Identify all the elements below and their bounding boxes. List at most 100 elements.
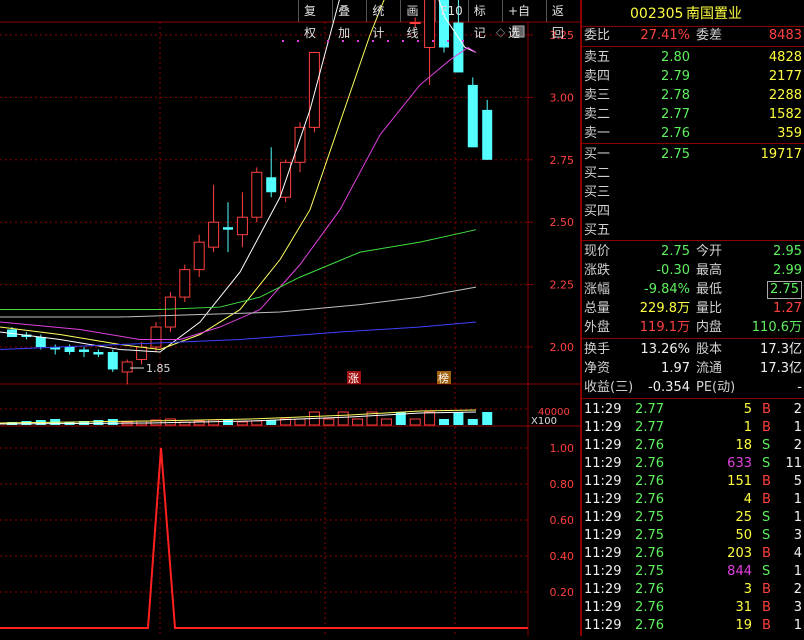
toolbar-btn-5[interactable]: 标记 (467, 0, 502, 40)
tick-price: 2.76 (635, 474, 664, 489)
stock-code: 002305 (630, 6, 684, 22)
ask-volume: 4828 (768, 50, 802, 65)
ask-row-2: 卖二 2.77 1582 (582, 106, 804, 124)
ask-price: 2.76 (661, 126, 690, 141)
fund-value: -0.354 (648, 380, 690, 395)
tick-count: 2 (793, 402, 802, 417)
candle-body (308, 51, 320, 128)
quote-value: 2.75 (767, 281, 802, 299)
diamond-icon[interactable]: ◇ (496, 25, 506, 39)
candle-body (266, 177, 277, 193)
toolbar-btn-0[interactable]: 复权 (298, 0, 332, 40)
ask-row-1: 卖一 2.76 359 (582, 125, 804, 143)
ask-label: 卖四 (584, 69, 611, 84)
volume-bar (380, 418, 392, 426)
toolbar-btn-6[interactable]: +自选 (501, 0, 546, 40)
bid-row-5: 买五 (582, 222, 804, 240)
bid-row-1: 买一 2.75 19717 (582, 146, 804, 164)
price-tick-label: 2.00 (550, 341, 575, 354)
price-tick-label: 2.50 (550, 216, 575, 229)
ask-label: 卖二 (584, 107, 611, 122)
candle-body (453, 22, 464, 73)
tick-time: 11:29 (584, 618, 622, 633)
tick-side: S (762, 438, 771, 453)
toolbar-btn-3[interactable]: 画线 (400, 0, 434, 40)
toolbar-btn-1[interactable]: 叠加 (332, 0, 366, 40)
tick-volume: 1 (743, 420, 752, 435)
tick-side: B (762, 420, 771, 435)
quote-value: 110.6万 (751, 320, 802, 335)
indicator-tick-label: 1.00 (550, 442, 575, 455)
price-tick-label: 2.25 (550, 279, 575, 292)
candle-body (467, 84, 478, 148)
ma30-line (0, 229, 477, 311)
tick-price: 2.76 (635, 438, 664, 453)
ask-label: 卖一 (584, 126, 611, 141)
quote-row-0: 现价 2.75 今开 2.95 (582, 243, 804, 261)
zhang-tag[interactable]: 涨 (348, 372, 359, 385)
quote-row-2: 涨幅 -9.84% 最低 2.75 (582, 281, 804, 299)
bid-row-2: 买二 (582, 165, 804, 183)
stock-header: 002305 南国置业 (582, 4, 804, 24)
toolbar-btn-2[interactable]: 统计 (366, 0, 400, 40)
fund-value: - (797, 380, 802, 395)
tick-count: 1 (793, 420, 802, 435)
toolbar-btn-7[interactable]: 返回 (545, 0, 580, 40)
quote-value: -9.84% (644, 282, 690, 297)
candle-body (121, 361, 133, 373)
tick-volume: 18 (735, 438, 752, 453)
volume-bar (467, 419, 478, 425)
weicha-label: 委差 (696, 28, 723, 43)
ask-price: 2.79 (661, 69, 690, 84)
tick-volume: 25 (735, 510, 752, 525)
kline-chart[interactable]: 4.003.753.503.253.002.752.502.252.004.25… (0, 0, 580, 636)
bid-row-3: 买三 (582, 184, 804, 202)
kline-chart-area[interactable]: 4.003.753.503.253.002.752.502.252.004.25… (0, 0, 580, 636)
volume-bar (236, 421, 248, 426)
quote-label: 现价 (584, 244, 611, 259)
weibi-row: 委比 27.41% 委差 8483 (582, 27, 804, 45)
tick-row: 11:29 2.76 633 S 11 (582, 455, 804, 473)
signal-dot (432, 40, 434, 42)
quote-row-3: 总量 229.8万 量比 1.27 (582, 300, 804, 318)
tick-time: 11:29 (584, 474, 622, 489)
tick-side: B (762, 546, 771, 561)
tick-price: 2.76 (635, 456, 664, 471)
volume-bar (424, 411, 436, 426)
quote-value: 2.99 (773, 263, 802, 278)
tick-side: S (762, 456, 771, 471)
ask-volume: 1582 (768, 107, 802, 122)
fund-value: 13.26% (640, 342, 690, 357)
tick-row: 11:29 2.76 203 B 4 (582, 545, 804, 563)
ask-row-3: 卖三 2.78 2288 (582, 87, 804, 105)
toolbar-btn-4[interactable]: F10 (434, 0, 468, 22)
fund-label: 股本 (696, 342, 723, 357)
quote-panel: 002305 南国置业 委比 27.41% 委差 8483 卖五 2.80 4828… (580, 0, 804, 636)
tick-count: 2 (793, 582, 802, 597)
volume-bar (164, 418, 176, 426)
quote-label: 今开 (696, 244, 723, 259)
tick-price: 2.77 (635, 420, 664, 435)
fund-label: 收益(三) (584, 380, 634, 395)
tick-count: 1 (793, 618, 802, 633)
bang-tag[interactable]: 榜 (438, 371, 449, 385)
candle-body (223, 227, 233, 230)
tick-row: 11:29 2.75 844 S 1 (582, 563, 804, 581)
tick-time: 11:29 (584, 420, 622, 435)
volume-bar (453, 412, 464, 425)
tick-count: 1 (793, 564, 802, 579)
tick-side: B (762, 402, 771, 417)
quote-label: 最低 (696, 282, 723, 297)
tick-row: 11:29 2.76 31 B 3 (582, 599, 804, 617)
quote-value: 2.75 (661, 244, 690, 259)
stock-name: 南国置业 (686, 6, 742, 22)
tick-time: 11:29 (584, 528, 622, 543)
tick-side: S (762, 510, 771, 525)
indicator-line (0, 447, 528, 629)
candle-body (236, 216, 248, 236)
signal-dot (447, 40, 449, 42)
volume-bar (93, 420, 104, 425)
tick-row: 11:29 2.76 19 B 1 (582, 617, 804, 635)
tick-side: B (762, 474, 771, 489)
tick-time: 11:29 (584, 582, 622, 597)
